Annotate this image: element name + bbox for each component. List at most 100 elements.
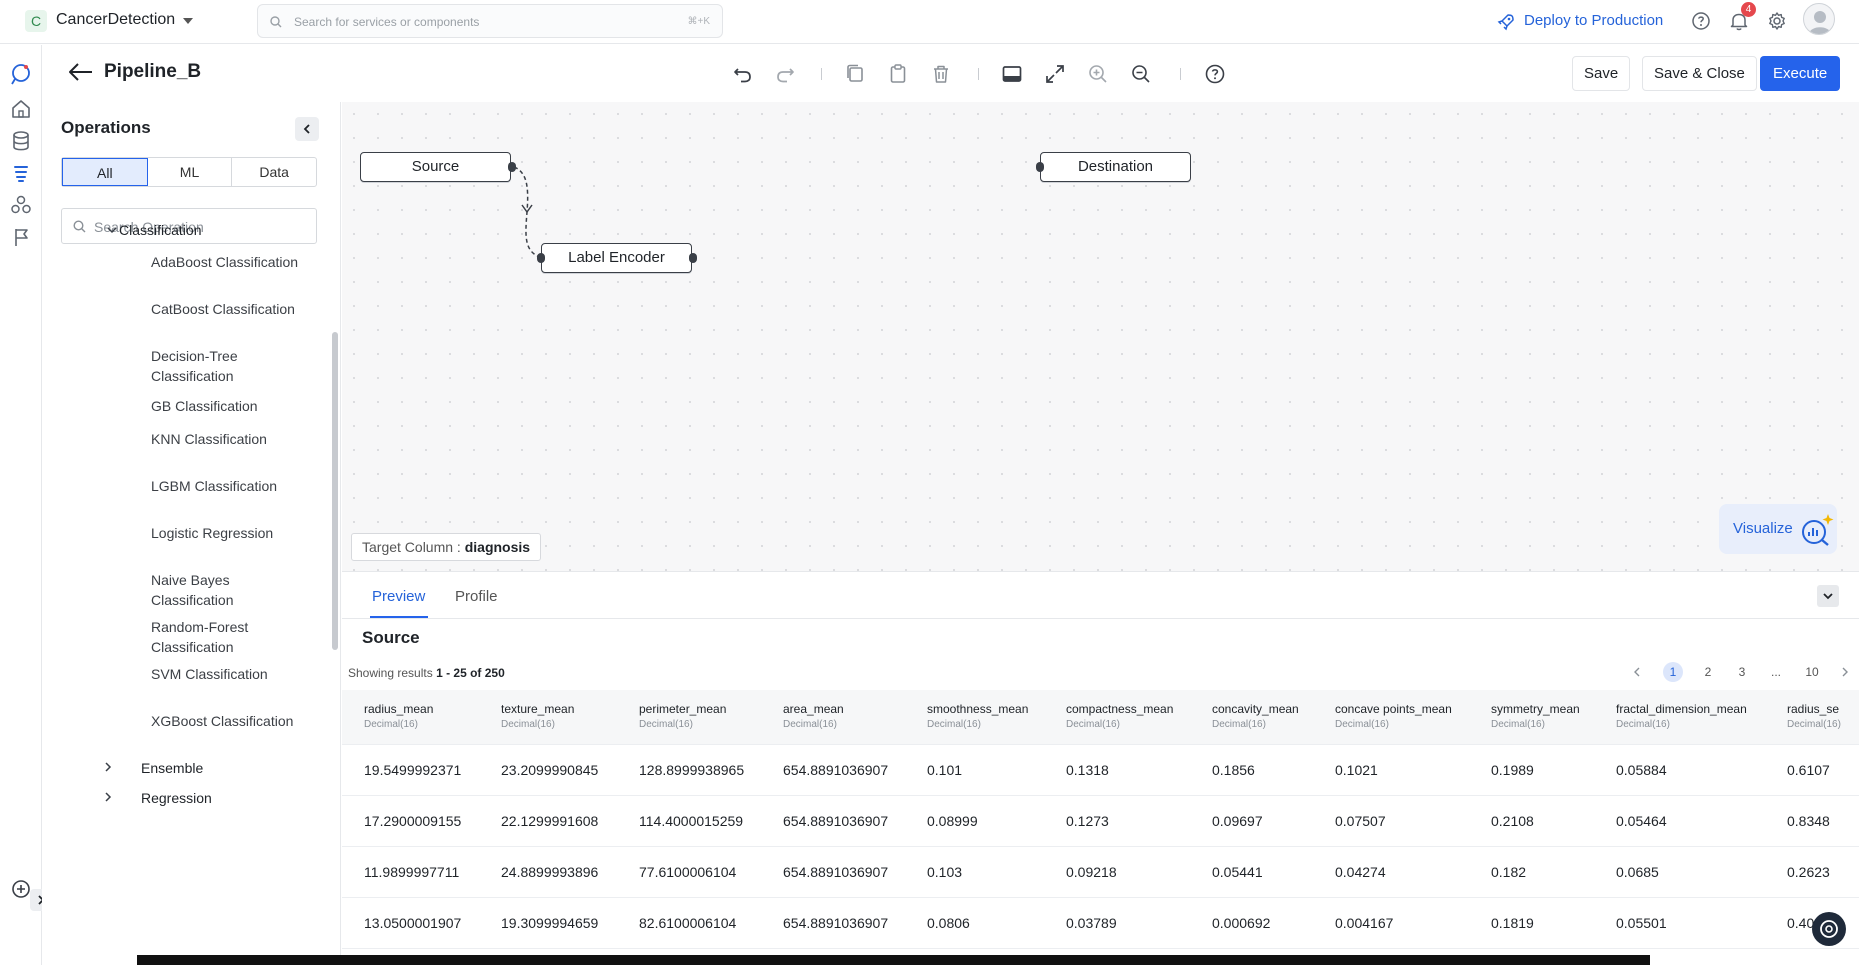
column-header[interactable]: symmetry_mean Decimal(16) — [1491, 702, 1580, 730]
toolbar-divider — [1180, 68, 1181, 80]
op-naive-bayes-classification[interactable]: Naive Bayes Classification — [151, 570, 301, 610]
page-2[interactable]: 2 — [1698, 662, 1718, 682]
op-random-forest-classification[interactable]: Random-Forest Classification — [151, 617, 301, 657]
op-xgboost-classification[interactable]: XGBoost Classification — [151, 711, 301, 731]
destination-input-port[interactable] — [1036, 162, 1044, 172]
chevron-left-icon — [303, 124, 310, 134]
chevron-down-icon[interactable] — [106, 224, 118, 236]
global-search-placeholder: Search for services or components — [294, 15, 480, 29]
collapse-panel-button[interactable] — [295, 117, 319, 141]
table-row[interactable]: 11.9899997711 24.8899993896 77.6100006104 6… — [342, 847, 1859, 898]
tab-preview[interactable]: Preview — [372, 588, 425, 605]
op-gb-classification[interactable]: GB Classification — [151, 396, 301, 416]
tab-divider — [342, 618, 1859, 619]
toolbar-divider — [821, 68, 822, 80]
column-header[interactable]: radius_mean Decimal(16) — [364, 702, 433, 730]
paste-icon[interactable] — [885, 61, 911, 87]
column-header[interactable]: perimeter_mean Decimal(16) — [639, 702, 726, 730]
chevron-right-icon[interactable] — [1839, 666, 1851, 678]
results-prefix: Showing results — [348, 666, 433, 680]
models-icon[interactable] — [7, 191, 35, 219]
help-icon[interactable] — [1689, 9, 1713, 33]
column-header[interactable]: compactness_mean Decimal(16) — [1066, 702, 1173, 730]
op-knn-classification[interactable]: KNN Classification — [151, 429, 301, 449]
chevron-left-icon[interactable] — [1631, 666, 1643, 678]
node-source[interactable]: Source — [360, 152, 511, 182]
op-logistic-regression[interactable]: Logistic Regression — [151, 523, 301, 543]
project-badge[interactable]: C — [25, 10, 47, 32]
flag-icon[interactable] — [7, 223, 35, 251]
group-classification[interactable]: Classification — [119, 222, 201, 238]
preview-panel: Preview Profile Source Showing results 1… — [342, 571, 1859, 965]
global-search-input[interactable]: Search for services or components ⌘+K — [257, 4, 723, 38]
search-shortcut: ⌘+K — [687, 16, 710, 27]
page-1[interactable]: 1 — [1663, 662, 1683, 682]
chevron-right-icon[interactable] — [102, 761, 114, 773]
column-header[interactable]: texture_mean Decimal(16) — [501, 702, 574, 730]
table-row[interactable]: 19.5499992371 23.2099990845 128.8999938965… — [342, 745, 1859, 796]
page-10[interactable]: 10 — [1802, 662, 1822, 682]
op-decision-tree-classification[interactable]: Decision-Tree Classification — [151, 346, 301, 386]
filter-data[interactable]: Data — [232, 158, 316, 186]
copy-icon[interactable] — [842, 61, 868, 87]
label-encoder-output-port[interactable] — [689, 253, 697, 263]
home-icon[interactable] — [7, 95, 35, 123]
op-adaboost-classification[interactable]: AdaBoost Classification — [151, 252, 301, 272]
operations-scrollbar[interactable] — [332, 332, 338, 650]
visualize-button[interactable]: Visualize — [1719, 504, 1837, 554]
table-row[interactable]: 13.0500001907 19.3099994659 82.6100006104 6… — [342, 898, 1859, 949]
save-button[interactable]: Save — [1572, 56, 1631, 91]
source-output-port[interactable] — [508, 162, 516, 172]
operations-title: Operations — [61, 118, 151, 137]
zoom-in-icon[interactable] — [1085, 61, 1111, 87]
target-column-value: diagnosis — [464, 539, 531, 555]
horizontal-scrollbar[interactable] — [137, 955, 1650, 965]
pipeline-header: Pipeline_B Save Save & Close Execute — [42, 45, 1859, 102]
column-header[interactable]: radius_se Decimal(16) — [1787, 702, 1841, 730]
redo-icon[interactable] — [772, 61, 798, 87]
execute-button[interactable]: Execute — [1760, 56, 1841, 91]
database-icon[interactable] — [7, 127, 35, 155]
filter-ml[interactable]: ML — [148, 158, 233, 186]
column-header[interactable]: smoothness_mean Decimal(16) — [927, 702, 1028, 730]
table-row[interactable]: 17.2900009155 22.1299991608 114.4000015259… — [342, 796, 1859, 847]
column-header[interactable]: fractal_dimension_mean Decimal(16) — [1616, 702, 1747, 730]
op-lgbm-classification[interactable]: LGBM Classification — [151, 476, 301, 496]
op-svm-classification[interactable]: SVM Classification — [151, 664, 301, 684]
column-header[interactable]: concave points_mean Decimal(16) — [1335, 702, 1452, 730]
undo-icon[interactable] — [730, 61, 756, 87]
group-regression[interactable]: Regression — [141, 790, 212, 806]
target-column-label: Target Column : — [362, 539, 461, 555]
tab-profile[interactable]: Profile — [455, 588, 498, 605]
column-header[interactable]: area_mean Decimal(16) — [783, 702, 844, 730]
op-catboost-classification[interactable]: CatBoost Classification — [151, 299, 301, 319]
gear-icon[interactable] — [1765, 9, 1789, 33]
group-ensemble[interactable]: Ensemble — [141, 760, 203, 776]
trash-icon[interactable] — [928, 61, 954, 87]
back-arrow-icon[interactable] — [68, 61, 94, 83]
expand-icon[interactable] — [1042, 61, 1068, 87]
pipeline-canvas[interactable]: Source Label Encoder Destination Target … — [342, 102, 1859, 571]
collapse-preview-button[interactable] — [1817, 585, 1839, 607]
page-3[interactable]: 3 — [1732, 662, 1752, 682]
operations-panel: Operations All ML Data Search Operation … — [42, 102, 341, 965]
help-chat-button[interactable] — [1812, 912, 1846, 946]
zoom-out-icon[interactable] — [1128, 61, 1154, 87]
brand-logo-icon[interactable] — [7, 60, 35, 88]
label-encoder-input-port[interactable] — [537, 253, 545, 263]
node-label-encoder[interactable]: Label Encoder — [541, 243, 692, 273]
node-destination[interactable]: Destination — [1040, 152, 1191, 182]
project-dropdown-icon[interactable] — [183, 18, 193, 24]
pipeline-name: Pipeline_B — [104, 61, 202, 82]
filter-all[interactable]: All — [62, 158, 148, 186]
project-name[interactable]: CancerDetection — [56, 11, 175, 29]
search-icon — [73, 220, 86, 233]
panel-icon[interactable] — [999, 61, 1025, 87]
column-header[interactable]: concavity_mean Decimal(16) — [1212, 702, 1299, 730]
pipeline-icon[interactable] — [7, 159, 35, 187]
user-avatar[interactable] — [1803, 3, 1835, 35]
question-icon[interactable] — [1202, 61, 1228, 87]
save-close-button[interactable]: Save & Close — [1642, 56, 1757, 91]
rocket-icon — [1497, 14, 1514, 31]
chevron-right-icon[interactable] — [102, 791, 114, 803]
